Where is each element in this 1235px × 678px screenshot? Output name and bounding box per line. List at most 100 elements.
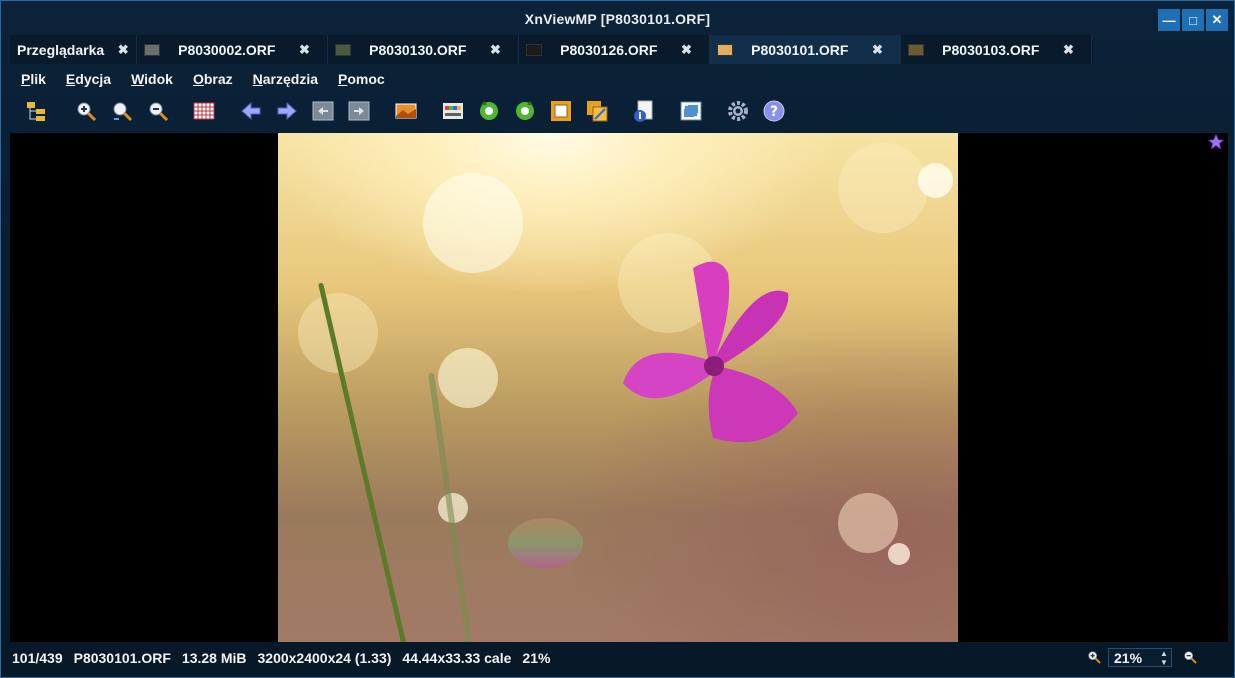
zoom-in-button[interactable] bbox=[73, 98, 99, 124]
menu-label: omoc bbox=[347, 71, 385, 87]
tab-close-icon[interactable]: ✖ bbox=[1061, 42, 1075, 58]
folder-tree-button[interactable] bbox=[23, 98, 49, 124]
tab-image[interactable]: P8030130.ORF ✖ bbox=[328, 35, 520, 64]
menu-mnemonic: O bbox=[192, 71, 204, 87]
resize-button[interactable] bbox=[584, 98, 610, 124]
tab-label: Przeglądarka bbox=[17, 41, 105, 58]
rotate-right-icon bbox=[516, 101, 534, 120]
menu-label: lik bbox=[30, 71, 46, 87]
rotate-right-button[interactable] bbox=[512, 98, 538, 124]
app-window: XnViewMP [P8030101.ORF] — □ ✕ Przeglądar… bbox=[0, 0, 1235, 678]
menu-file[interactable]: Plik bbox=[10, 67, 55, 93]
close-button[interactable]: ✕ bbox=[1206, 9, 1228, 31]
maximize-icon: □ bbox=[1189, 12, 1197, 28]
next-page-icon bbox=[348, 101, 370, 121]
menu-mnemonic: P bbox=[21, 71, 31, 87]
menu-view[interactable]: Widok bbox=[120, 67, 182, 93]
tab-close-icon[interactable]: ✖ bbox=[679, 42, 693, 58]
status-image-index: 101/439 bbox=[12, 650, 63, 666]
crop-button[interactable] bbox=[548, 98, 574, 124]
menu-label: idok bbox=[144, 71, 173, 87]
fullscreen-icon bbox=[680, 101, 702, 121]
tab-label: P8030126.ORF bbox=[560, 41, 658, 58]
title-bar[interactable]: XnViewMP [P8030101.ORF] — □ ✕ bbox=[1, 1, 1234, 35]
tab-thumbnail bbox=[717, 43, 734, 56]
histogram-icon bbox=[443, 103, 463, 119]
status-filesize: 13.28 MiB bbox=[181, 650, 247, 666]
image-viewer[interactable] bbox=[10, 133, 1228, 642]
fullscreen-button[interactable] bbox=[678, 98, 704, 124]
photo-flower bbox=[278, 133, 958, 642]
status-zoom: 21% bbox=[522, 650, 551, 666]
info-button[interactable] bbox=[631, 98, 657, 124]
svg-text:?: ? bbox=[770, 104, 778, 120]
help-icon: ? bbox=[763, 100, 785, 122]
tab-label: P8030130.ORF bbox=[369, 41, 467, 58]
tab-thumbnail bbox=[144, 43, 161, 56]
menu-mnemonic: N bbox=[252, 71, 263, 87]
tab-thumbnail bbox=[526, 43, 543, 56]
tab-close-icon[interactable]: ✖ bbox=[116, 42, 130, 58]
next-button[interactable] bbox=[274, 98, 300, 124]
settings-button[interactable] bbox=[725, 98, 751, 124]
previous-page-button[interactable] bbox=[310, 98, 336, 124]
zoom-fit-icon bbox=[113, 102, 133, 122]
tab-label: P8030101.ORF bbox=[751, 41, 849, 58]
menu-help[interactable]: Pomoc bbox=[327, 67, 394, 93]
tab-close-icon[interactable]: ✖ bbox=[488, 42, 502, 58]
next-arrow-icon bbox=[277, 101, 297, 121]
zoom-in-icon bbox=[77, 102, 97, 122]
spin-up-icon[interactable]: ▲ bbox=[1160, 649, 1168, 658]
menu-mnemonic: E bbox=[65, 71, 76, 87]
tab-image-active[interactable]: P8030101.ORF ✖ bbox=[710, 35, 902, 64]
slideshow-icon bbox=[395, 103, 417, 119]
tab-image[interactable]: P8030103.ORF ✖ bbox=[901, 35, 1093, 64]
info-icon bbox=[634, 100, 653, 122]
menu-label: dycja bbox=[75, 71, 112, 87]
menu-image[interactable]: Obraz bbox=[182, 67, 242, 93]
zoom-level-value: 21% bbox=[1114, 649, 1143, 666]
histogram-button[interactable] bbox=[440, 98, 466, 124]
folder-tree-icon bbox=[27, 102, 45, 121]
tab-close-icon[interactable]: ✖ bbox=[297, 42, 311, 58]
minimize-button[interactable]: — bbox=[1158, 9, 1180, 31]
help-button[interactable]: ? bbox=[761, 98, 787, 124]
previous-button[interactable] bbox=[238, 98, 264, 124]
menu-label: arzędzia bbox=[262, 71, 319, 87]
zoom-spinner[interactable]: ▲ ▼ bbox=[1158, 648, 1170, 667]
crop-icon bbox=[551, 101, 571, 121]
resize-icon bbox=[587, 101, 608, 122]
menu-edit[interactable]: Edycja bbox=[55, 67, 120, 93]
status-dimensions: 3200x2400x24 (1.33) bbox=[257, 650, 392, 666]
close-icon: ✕ bbox=[1211, 12, 1223, 27]
tab-image[interactable]: P8030126.ORF ✖ bbox=[519, 35, 711, 64]
zoom-fit-button[interactable] bbox=[109, 98, 135, 124]
tab-close-icon[interactable]: ✖ bbox=[870, 42, 884, 58]
status-print-size: 44.44x33.33 cale bbox=[402, 650, 512, 666]
pink-flower-shape bbox=[623, 261, 798, 443]
previous-page-icon bbox=[312, 101, 334, 121]
tab-thumbnail bbox=[908, 43, 925, 56]
tab-bar: Przeglądarka ✖ P8030002.ORF ✖ P8030130.O… bbox=[10, 35, 1228, 64]
status-filename: P8030101.ORF bbox=[73, 650, 171, 666]
window-controls: — □ ✕ bbox=[1158, 9, 1228, 31]
maximize-button[interactable]: □ bbox=[1182, 9, 1204, 31]
favorite-star-icon[interactable] bbox=[1207, 133, 1225, 151]
zoom-out-small-icon[interactable] bbox=[1182, 649, 1198, 668]
tab-thumbnail bbox=[335, 43, 352, 56]
zoom-out-button[interactable] bbox=[145, 98, 171, 124]
menu-tools[interactable]: Narzędzia bbox=[242, 67, 327, 93]
menu-mnemonic: W bbox=[131, 71, 145, 87]
next-page-button[interactable] bbox=[346, 98, 372, 124]
spin-down-icon[interactable]: ▼ bbox=[1160, 658, 1168, 667]
grid-icon bbox=[193, 102, 215, 120]
rotate-left-button[interactable] bbox=[476, 98, 502, 124]
previous-arrow-icon bbox=[241, 101, 261, 121]
tab-browser[interactable]: Przeglądarka ✖ bbox=[10, 35, 138, 64]
slideshow-button[interactable] bbox=[393, 98, 419, 124]
zoom-in-small-icon[interactable] bbox=[1086, 649, 1102, 668]
tab-label: P8030103.ORF bbox=[942, 41, 1040, 58]
rotate-left-icon bbox=[480, 101, 498, 120]
tab-image[interactable]: P8030002.ORF ✖ bbox=[137, 35, 329, 64]
grid-button[interactable] bbox=[191, 98, 217, 124]
